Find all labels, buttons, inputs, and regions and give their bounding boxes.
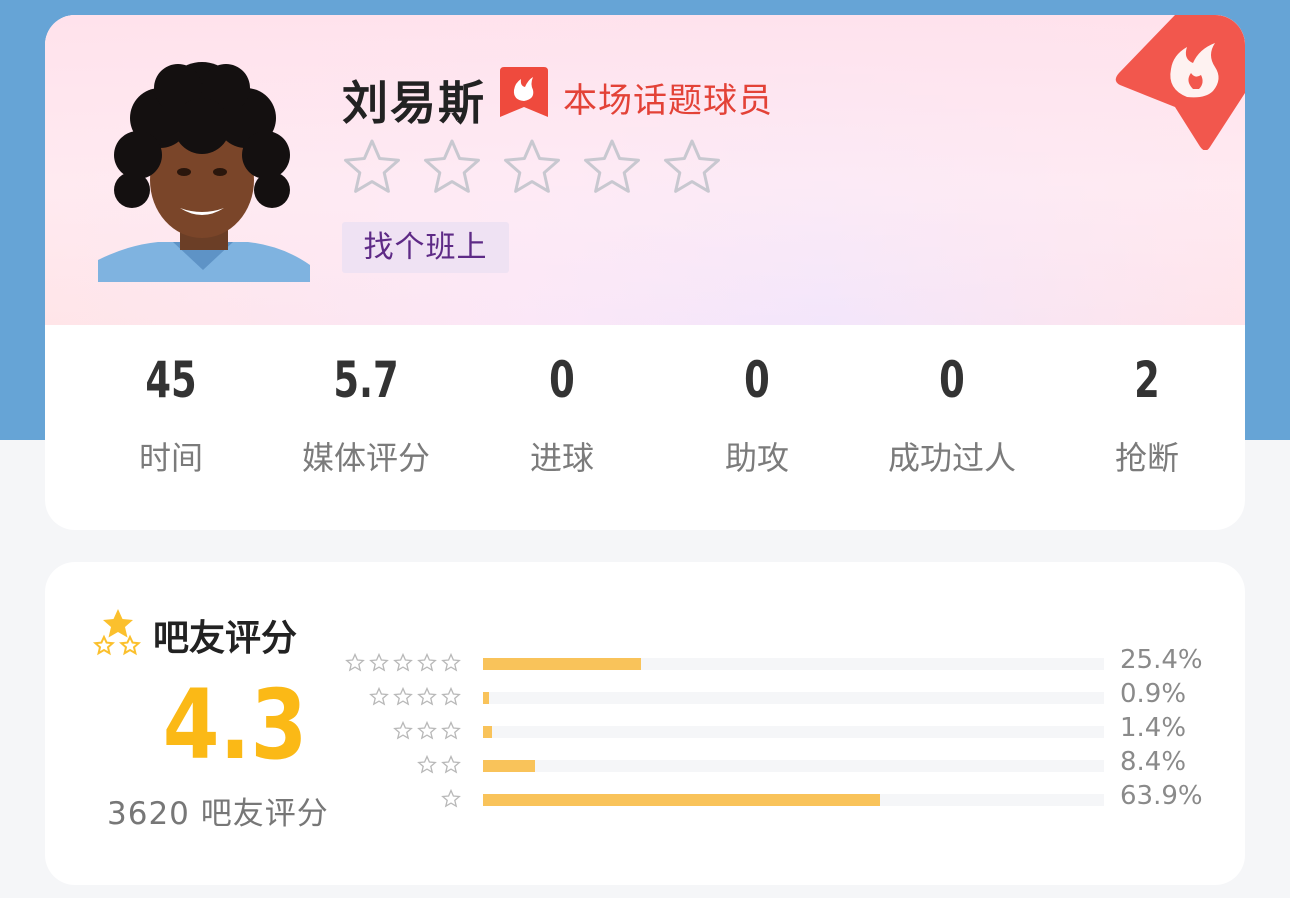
- rating-row-stars: [369, 687, 461, 707]
- star-outline-icon: [441, 755, 461, 774]
- topic-player-label: 本场话题球员: [563, 81, 773, 121]
- rating-row-stars: [393, 721, 461, 741]
- star-outline-icon: [417, 687, 437, 706]
- star-outline-icon: [441, 789, 461, 808]
- rating-bar-fill: [483, 658, 641, 670]
- rating-row-stars: [417, 755, 461, 775]
- stat-label: 进球: [529, 439, 594, 477]
- star-outline-icon[interactable]: [502, 137, 562, 197]
- star-outline-icon: [393, 687, 413, 706]
- stat-label: 助攻: [724, 439, 789, 477]
- star-outline-icon: [393, 721, 413, 740]
- rating-percent: 8.4%: [1120, 747, 1187, 777]
- fan-rating-count-text: 3620 吧友评分: [107, 796, 329, 832]
- rating-row-5-star: 25.4%: [345, 645, 1215, 675]
- star-outline-icon: [417, 721, 437, 740]
- star-outline-icon: [441, 653, 461, 672]
- star-outline-icon[interactable]: [582, 137, 642, 197]
- stars-icon: [92, 607, 144, 659]
- rating-bar-track: [483, 692, 1104, 704]
- stat-value: 45: [145, 351, 197, 409]
- rating-row-stars: [345, 653, 461, 673]
- star-outline-icon[interactable]: [422, 137, 482, 197]
- rating-bar-track: [483, 658, 1104, 670]
- rating-percent: 0.9%: [1120, 679, 1187, 709]
- star-outline-icon: [417, 653, 437, 672]
- rating-row-4-star: 0.9%: [345, 679, 1215, 709]
- stat-minutes: 45 时间: [81, 345, 261, 479]
- stat-value: 5.7: [333, 351, 399, 409]
- fan-rating-title: 吧友评分: [153, 618, 298, 659]
- rating-bar-track: [483, 794, 1104, 806]
- star-outline-icon: [393, 653, 413, 672]
- flame-bookmark-icon: [500, 67, 548, 119]
- rating-percent: 63.9%: [1120, 781, 1203, 811]
- star-outline-icon: [417, 755, 437, 774]
- stat-tackles: 2 抢断: [1057, 345, 1237, 479]
- stat-value: 2: [1134, 351, 1160, 409]
- fan-rating-score: 4.3: [162, 669, 308, 781]
- fan-rating-card: 吧友评分 4.3 3620 吧友评分 25.4% 0.9% 1.4% 8.4% 63.9…: [45, 562, 1245, 885]
- player-tag[interactable]: 找个班上: [342, 222, 509, 273]
- stat-label: 成功过人: [887, 439, 1016, 477]
- star-outline-icon[interactable]: [342, 137, 402, 197]
- player-avatar[interactable]: [98, 60, 310, 282]
- fan-rating-count: 3620 吧友评分: [107, 788, 329, 833]
- rating-bar-fill: [483, 726, 492, 738]
- star-outline-icon: [345, 653, 365, 672]
- hot-flame-icon: [1115, 15, 1245, 151]
- stat-goals: 0 进球: [472, 345, 652, 479]
- stat-label: 时间: [138, 439, 203, 477]
- rating-bar-fill: [483, 794, 880, 806]
- rating-row-stars: [441, 789, 461, 809]
- rating-bar-track: [483, 760, 1104, 772]
- stat-value: 0: [939, 351, 965, 409]
- star-outline-icon: [441, 721, 461, 740]
- player-name: 刘易斯: [342, 76, 486, 130]
- player-card: 刘易斯 本场话题球员 找个班上 45 时间 5.7 媒体评分 0 进球 0 助攻…: [45, 15, 1245, 530]
- rating-row-1-star: 63.9%: [345, 781, 1215, 811]
- player-rating-stars[interactable]: [342, 137, 722, 197]
- star-outline-icon: [441, 687, 461, 706]
- star-outline-icon: [369, 687, 389, 706]
- stat-media-rating: 5.7 媒体评分: [276, 345, 456, 479]
- stat-label: 抢断: [1114, 439, 1179, 477]
- star-outline-icon[interactable]: [662, 137, 722, 197]
- rating-row-2-star: 8.4%: [345, 747, 1215, 777]
- rating-bar-fill: [483, 692, 489, 704]
- stat-label: 媒体评分: [301, 439, 430, 477]
- rating-percent: 25.4%: [1120, 645, 1203, 675]
- stat-value: 0: [549, 351, 575, 409]
- rating-bar-fill: [483, 760, 536, 772]
- stat-assists: 0 助攻: [667, 345, 847, 479]
- rating-bar-track: [483, 726, 1104, 738]
- star-outline-icon: [369, 653, 389, 672]
- stat-value: 0: [744, 351, 770, 409]
- rating-row-3-star: 1.4%: [345, 713, 1215, 743]
- rating-percent: 1.4%: [1120, 713, 1187, 743]
- stat-dribbles: 0 成功过人: [862, 345, 1042, 479]
